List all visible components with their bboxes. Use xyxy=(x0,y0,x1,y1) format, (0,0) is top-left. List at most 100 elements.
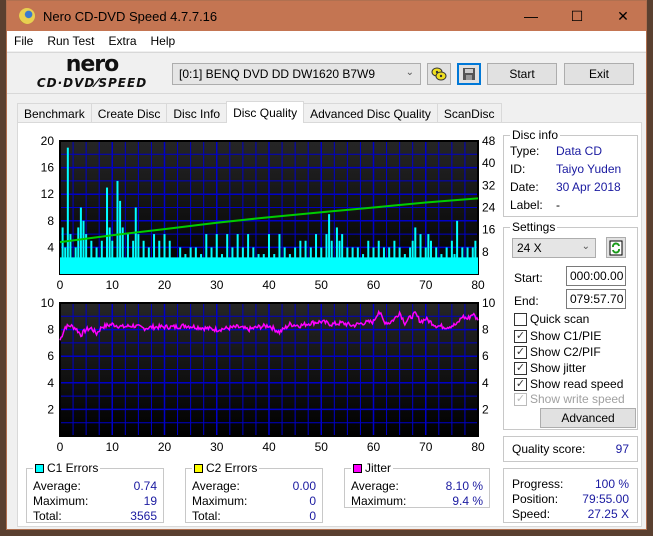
checkmark-icon[interactable]: ✓ xyxy=(514,377,527,391)
save-button[interactable] xyxy=(457,63,481,85)
label-value: - xyxy=(556,198,560,212)
c1-bar xyxy=(111,240,114,274)
menu-help[interactable]: Help xyxy=(144,34,183,48)
checkmark-icon[interactable]: ✓ xyxy=(514,329,527,343)
y2-tick-label: 40 xyxy=(482,156,496,170)
c1-bar xyxy=(179,247,182,274)
minimize-button[interactable]: — xyxy=(508,1,554,31)
c1-bar xyxy=(346,247,349,274)
c1-bar xyxy=(372,247,375,274)
c2-maximum-value: 0 xyxy=(309,494,316,508)
c2-total-value: 0 xyxy=(309,509,316,523)
tab-benchmark[interactable]: Benchmark xyxy=(17,103,92,123)
y-tick-label: 8 xyxy=(47,323,54,337)
c1-bar xyxy=(74,247,77,274)
checkmark-icon: ✓ xyxy=(514,392,527,406)
tab-create-disc[interactable]: Create Disc xyxy=(90,103,168,123)
progress-value: 100 % xyxy=(594,477,629,491)
c1-bar xyxy=(220,254,223,274)
id-value: Taiyo Yuden xyxy=(556,162,622,176)
y-tick-label: 2 xyxy=(47,402,54,416)
close-button[interactable]: ✕ xyxy=(600,1,646,31)
c1-bar xyxy=(153,234,156,274)
x-tick-label: 70 xyxy=(419,440,433,454)
menu-bar: File Run Test Extra Help xyxy=(7,31,646,51)
c1-bar xyxy=(200,254,203,274)
jitter-group: Jitter Average: 8.10 % Maximum: 9.4 % xyxy=(344,461,490,508)
jitter-chart-svg: 0 10 20 30 40 50 60 70 80 2 4 6 8 10 2 4 6 8 10 xyxy=(41,296,496,454)
c1-bar xyxy=(299,240,302,274)
show-c1-pie-checkbox[interactable]: ✓ Show C1/PIE xyxy=(514,328,601,344)
drive-select[interactable]: [0:1] BENQ DVD DD DW1620 B7W9 ⌄ xyxy=(172,63,421,85)
jitter-maximum-label: Maximum: xyxy=(351,494,407,508)
menu-file[interactable]: File xyxy=(7,34,40,48)
c2-errors-group: C2 Errors Average: 0.00 Maximum: 0 Total: 0 xyxy=(185,461,323,523)
checkbox-box[interactable] xyxy=(514,312,527,326)
c1-bar xyxy=(268,234,270,274)
logo-nero-text: nero xyxy=(65,52,120,77)
speed-value: 27.25 X xyxy=(587,507,629,521)
c1-maximum-value: 19 xyxy=(143,494,157,508)
c1-total-value: 3565 xyxy=(130,509,157,523)
menu-run-test[interactable]: Run Test xyxy=(40,34,101,48)
checkmark-icon[interactable]: ✓ xyxy=(514,361,527,375)
c1-bar xyxy=(64,247,67,274)
tab-advanced-disc-quality[interactable]: Advanced Disc Quality xyxy=(303,103,438,123)
jitter-title: Jitter xyxy=(365,461,392,475)
jitter-maximum-value: 9.4 % xyxy=(452,494,483,508)
c1-bar xyxy=(108,227,111,274)
progress-label: Progress: xyxy=(512,477,564,491)
quick-scan-checkbox[interactable]: Quick scan xyxy=(514,311,589,327)
speed-select[interactable]: 24 X ⌄ xyxy=(512,238,596,258)
c1-bar xyxy=(398,247,401,274)
drive-info-button[interactable] xyxy=(427,63,451,85)
c1-bar xyxy=(393,240,396,274)
tab-disc-info[interactable]: Disc Info xyxy=(166,103,228,123)
y2-tick-label: 10 xyxy=(482,296,496,310)
start-input[interactable]: 000:00.00 xyxy=(566,266,626,286)
tab-disc-quality[interactable]: Disc Quality xyxy=(226,101,305,123)
c1-bar xyxy=(474,240,477,274)
errors-chart-svg: 0 10 20 30 40 50 60 70 804812162081624324048 xyxy=(41,134,496,291)
y2-tick-label: 8 xyxy=(482,245,489,259)
checkmark-icon[interactable]: ✓ xyxy=(514,345,527,359)
c1-bar xyxy=(66,147,69,274)
title-bar[interactable]: Nero CD-DVD Speed 4.7.7.16 — ☐ ✕ xyxy=(7,1,646,31)
tab-bar: Benchmark Create Disc Disc Info Disc Qua… xyxy=(17,101,502,123)
menu-extra[interactable]: Extra xyxy=(101,34,143,48)
quick-scan-label: Quick scan xyxy=(530,312,590,326)
c1-bar xyxy=(341,234,344,274)
tab-scandisc[interactable]: ScanDisc xyxy=(436,103,502,123)
c1-bar xyxy=(257,254,260,274)
exit-button[interactable]: Exit xyxy=(564,63,634,85)
c1-bar xyxy=(435,247,438,274)
jitter-color-swatch xyxy=(353,463,362,473)
errors-chart: 0 10 20 30 40 50 60 70 80 4 8 12 16 20 8 16 24 32 40 48 xyxy=(18,131,508,291)
show-write-speed-checkbox: ✓ Show write speed xyxy=(514,391,625,407)
refresh-button[interactable] xyxy=(606,237,626,258)
maximize-button[interactable]: ☐ xyxy=(554,1,600,31)
x-tick-label: 10 xyxy=(106,278,120,291)
c1-bar xyxy=(119,200,122,274)
c2-title: C2 Errors xyxy=(206,461,258,475)
c1-bar xyxy=(132,240,135,274)
show-c2-pif-checkbox[interactable]: ✓ Show C2/PIF xyxy=(514,344,601,360)
disc-quality-panel: 0 10 20 30 40 50 60 70 80 4 8 12 16 20 8 16 24 32 40 48 0 10… xyxy=(17,122,642,527)
end-input[interactable]: 079:57.70 xyxy=(566,289,626,309)
x-tick-label: 80 xyxy=(471,440,485,454)
advanced-button[interactable]: Advanced xyxy=(540,408,636,428)
nero-logo: nero CD·DVD⁄SPEED xyxy=(17,52,167,93)
show-read-speed-checkbox[interactable]: ✓ Show read speed xyxy=(514,376,623,392)
label-label: Label: xyxy=(510,198,543,212)
jitter-chart: 0 10 20 30 40 50 60 70 80 2 4 6 8 10 2 4 6 8 10 xyxy=(18,293,508,455)
c1-bar xyxy=(95,247,98,274)
start-button[interactable]: Start xyxy=(487,63,557,85)
x-tick-label: 10 xyxy=(106,440,120,454)
app-window: Nero CD-DVD Speed 4.7.7.16 — ☐ ✕ File Ru… xyxy=(6,0,647,530)
y-tick-label: 20 xyxy=(41,134,55,148)
c1-bar xyxy=(424,247,427,274)
c1-bar xyxy=(77,227,80,274)
show-jitter-checkbox[interactable]: ✓ Show jitter xyxy=(514,360,586,376)
x-tick-label: 40 xyxy=(262,278,276,291)
x-tick-label: 40 xyxy=(262,440,276,454)
